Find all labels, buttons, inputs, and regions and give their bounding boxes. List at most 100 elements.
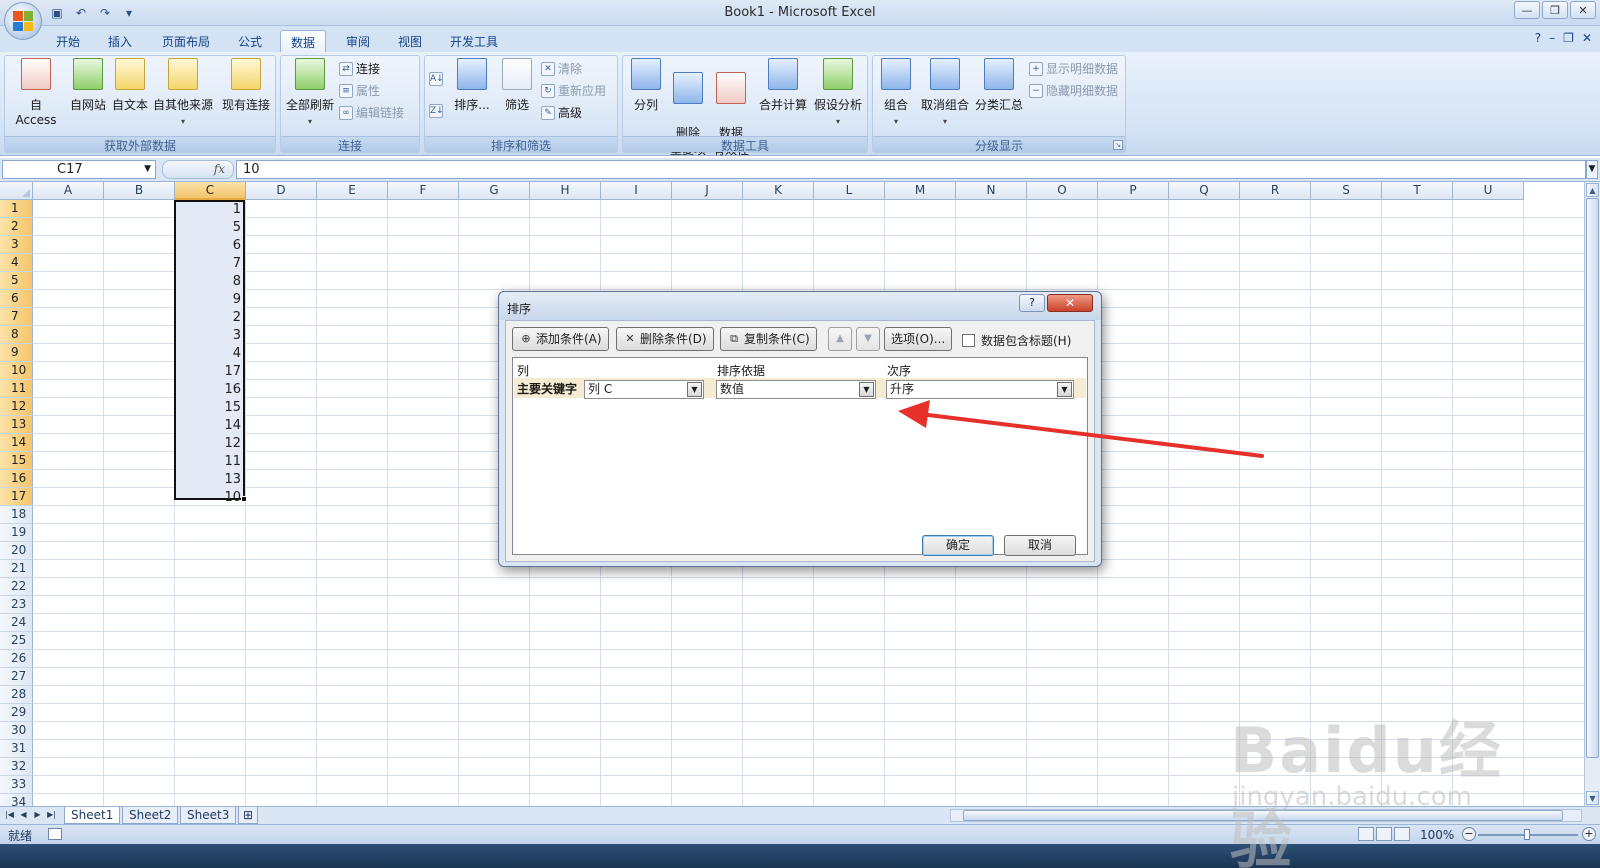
vertical-scrollbar[interactable]: ▲ ▼ [1584, 182, 1600, 806]
insert-function-icon[interactable]: fx [214, 162, 225, 176]
cell-c15[interactable]: 11 [175, 452, 245, 470]
row-header-22[interactable]: 22 [0, 578, 33, 596]
consolidate-button[interactable]: 合并计算 [757, 58, 809, 113]
doc-close-icon[interactable]: ✕ [1582, 31, 1592, 45]
copy-level-button[interactable]: ⧉ 复制条件(C) [720, 327, 817, 351]
column-header-p[interactable]: P [1098, 182, 1169, 200]
cell-c3[interactable]: 6 [175, 236, 245, 254]
row-header-19[interactable]: 19 [0, 524, 33, 542]
sheet-tab-sheet1[interactable]: Sheet1 [64, 807, 121, 824]
cell-c7[interactable]: 2 [175, 308, 245, 326]
minimize-button[interactable]: — [1514, 1, 1540, 19]
row-header-12[interactable]: 12 [0, 398, 33, 416]
row-header-30[interactable]: 30 [0, 722, 33, 740]
tab-home[interactable]: 开始 [46, 30, 90, 52]
name-box[interactable]: C17 ▼ [2, 160, 156, 179]
office-button[interactable] [4, 2, 42, 40]
filter-button[interactable]: 筛选 [499, 58, 535, 113]
row-header-27[interactable]: 27 [0, 668, 33, 686]
tab-developer[interactable]: 开发工具 [440, 30, 508, 52]
row-header-10[interactable]: 10 [0, 362, 33, 380]
subtotal-button[interactable]: 分类汇总 [973, 58, 1025, 113]
dialog-help-button[interactable]: ? [1019, 294, 1045, 312]
tab-formulas[interactable]: 公式 [228, 30, 272, 52]
cell-c17[interactable]: 10 [175, 488, 245, 506]
doc-minimize-icon[interactable]: – [1549, 31, 1555, 45]
options-button[interactable]: 选项(O)... [884, 327, 953, 351]
column-header-e[interactable]: E [317, 182, 388, 200]
column-header-s[interactable]: S [1311, 182, 1382, 200]
existing-connections-button[interactable]: 现有连接 [219, 58, 273, 113]
refresh-all-button[interactable]: 全部刷新 ▾ [283, 58, 337, 127]
sort-on-select[interactable]: 数值 ▼ [716, 380, 876, 399]
column-header-i[interactable]: I [601, 182, 672, 200]
tab-data[interactable]: 数据 [280, 30, 327, 52]
restore-button[interactable]: ❐ [1542, 1, 1568, 19]
row-header-24[interactable]: 24 [0, 614, 33, 632]
column-header-b[interactable]: B [104, 182, 175, 200]
row-header-18[interactable]: 18 [0, 506, 33, 524]
outline-dialog-launcher-icon[interactable]: ↘ [1113, 140, 1123, 150]
sort-descending-button[interactable]: Z↓ [429, 104, 444, 118]
dialog-close-button[interactable]: ✕ [1047, 294, 1093, 312]
advanced-button[interactable]: ✎ 高级 [541, 104, 582, 121]
first-sheet-icon[interactable]: |◀ [4, 808, 15, 822]
prev-sheet-icon[interactable]: ◀ [18, 808, 29, 822]
column-header-d[interactable]: D [246, 182, 317, 200]
delete-level-button[interactable]: ✕ 删除条件(D) [616, 327, 714, 351]
macro-record-icon[interactable] [48, 828, 62, 840]
doc-restore-icon[interactable]: ❐ [1563, 31, 1574, 45]
chevron-down-icon[interactable]: ▼ [1057, 382, 1072, 397]
column-header-h[interactable]: H [530, 182, 601, 200]
tab-insert[interactable]: 插入 [98, 30, 142, 52]
next-sheet-icon[interactable]: ▶ [32, 808, 43, 822]
cell-c14[interactable]: 12 [175, 434, 245, 452]
column-header-o[interactable]: O [1027, 182, 1098, 200]
row-header-1[interactable]: 1 [0, 200, 33, 218]
help-icon[interactable]: ? [1535, 31, 1541, 45]
cell-c4[interactable]: 7 [175, 254, 245, 272]
row-header-9[interactable]: 9 [0, 344, 33, 362]
cell-c16[interactable]: 13 [175, 470, 245, 488]
cell-c1[interactable]: 1 [175, 200, 245, 218]
row-header-34[interactable]: 34 [0, 794, 33, 806]
name-box-dropdown-icon[interactable]: ▼ [144, 161, 151, 178]
sort-order-select[interactable]: 升序 ▼ [886, 380, 1074, 399]
tab-page-layout[interactable]: 页面布局 [152, 30, 220, 52]
cell-c9[interactable]: 4 [175, 344, 245, 362]
select-all-corner[interactable] [0, 182, 33, 200]
column-header-g[interactable]: G [459, 182, 530, 200]
insert-sheet-icon[interactable]: ⊞ [238, 807, 259, 824]
expand-formula-bar-icon[interactable]: ▼ [1586, 160, 1598, 179]
row-header-2[interactable]: 2 [0, 218, 33, 236]
ok-button[interactable]: 确定 [922, 535, 994, 556]
row-header-8[interactable]: 8 [0, 326, 33, 344]
what-if-analysis-button[interactable]: 假设分析 ▾ [811, 58, 865, 127]
row-header-28[interactable]: 28 [0, 686, 33, 704]
connections-button[interactable]: ⇄ 连接 [339, 60, 380, 77]
ungroup-button[interactable]: 取消组合 ▾ [919, 58, 971, 127]
formula-input[interactable]: 10 [236, 160, 1586, 179]
row-header-7[interactable]: 7 [0, 308, 33, 326]
row-header-15[interactable]: 15 [0, 452, 33, 470]
row-header-21[interactable]: 21 [0, 560, 33, 578]
close-button[interactable]: ✕ [1570, 1, 1596, 19]
sheet-tab-sheet3[interactable]: Sheet3 [180, 807, 237, 824]
row-header-25[interactable]: 25 [0, 632, 33, 650]
row-header-4[interactable]: 4 [0, 254, 33, 272]
row-header-3[interactable]: 3 [0, 236, 33, 254]
fill-handle[interactable] [241, 496, 247, 502]
column-header-a[interactable]: A [33, 182, 104, 200]
row-header-20[interactable]: 20 [0, 542, 33, 560]
row-header-31[interactable]: 31 [0, 740, 33, 758]
sort-column-select[interactable]: 列 C ▼ [584, 380, 704, 399]
row-header-17[interactable]: 17 [0, 488, 33, 506]
sort-button[interactable]: 排序... [451, 58, 493, 113]
row-header-11[interactable]: 11 [0, 380, 33, 398]
column-header-n[interactable]: N [956, 182, 1027, 200]
scroll-up-icon[interactable]: ▲ [1586, 183, 1599, 197]
cell-c8[interactable]: 3 [175, 326, 245, 344]
row-header-16[interactable]: 16 [0, 470, 33, 488]
column-header-k[interactable]: K [743, 182, 814, 200]
row-header-13[interactable]: 13 [0, 416, 33, 434]
